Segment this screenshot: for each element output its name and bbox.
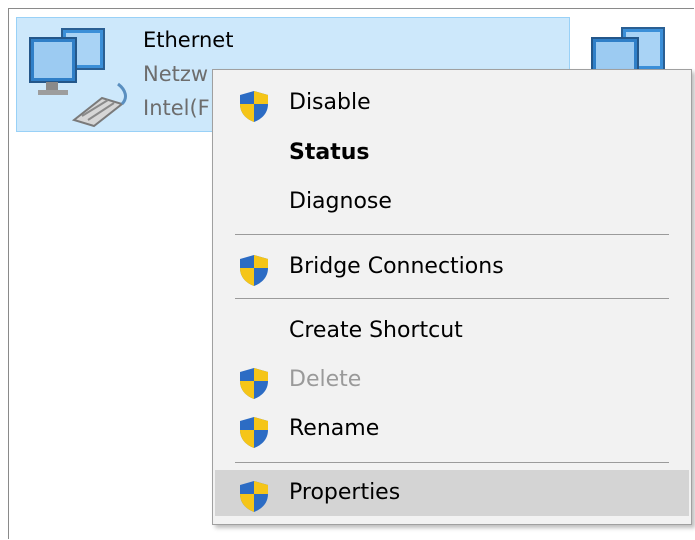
menu-item-label: Properties — [289, 480, 401, 505]
adapter-network-label: Netzw — [143, 62, 209, 86]
menu-item-label: Rename — [289, 416, 380, 441]
menu-item-status[interactable]: Status — [215, 130, 689, 176]
menu-item-label: Bridge Connections — [289, 254, 504, 279]
menu-separator — [235, 462, 669, 463]
uac-shield-icon — [240, 481, 268, 512]
menu-item-label: Create Shortcut — [289, 318, 463, 343]
uac-shield-icon — [240, 91, 268, 122]
adapter-name-label: Ethernet — [143, 28, 234, 52]
network-adapter-icon[interactable] — [22, 24, 132, 129]
uac-shield-icon — [240, 368, 268, 399]
menu-item-label: Diagnose — [289, 189, 392, 214]
menu-item-delete: Delete — [215, 357, 689, 403]
menu-item-properties[interactable]: Properties — [215, 470, 689, 516]
menu-item-bridge-connections[interactable]: Bridge Connections — [215, 244, 689, 290]
menu-item-label: Status — [289, 140, 370, 165]
menu-item-disable[interactable]: Disable — [215, 80, 689, 126]
adapter-device-label: Intel(F — [143, 96, 210, 120]
menu-item-diagnose[interactable]: Diagnose — [215, 179, 689, 225]
menu-item-create-shortcut[interactable]: Create Shortcut — [215, 308, 689, 354]
context-menu: Disable Status Diagnose Bridge Connectio… — [212, 69, 692, 525]
uac-shield-icon — [240, 417, 268, 448]
menu-item-rename[interactable]: Rename — [215, 406, 689, 452]
menu-separator — [235, 234, 669, 235]
uac-shield-icon — [240, 255, 268, 286]
menu-item-label: Disable — [289, 90, 371, 115]
menu-separator — [235, 298, 669, 299]
menu-item-label: Delete — [289, 367, 362, 392]
